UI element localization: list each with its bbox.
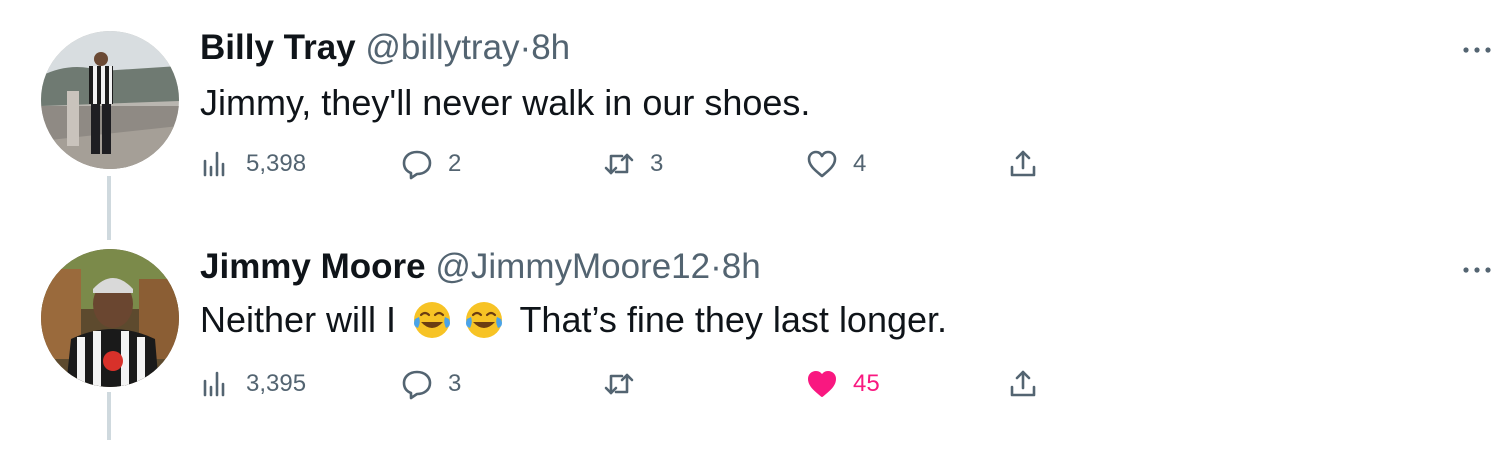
- views-button[interactable]: 5,398: [198, 144, 306, 184]
- like-count: 45: [853, 370, 880, 397]
- share-button[interactable]: [1006, 364, 1040, 404]
- more-options-button[interactable]: [1462, 262, 1492, 273]
- share-icon: [1010, 150, 1036, 177]
- author-name[interactable]: Billy Tray: [200, 28, 356, 67]
- retweet-count: 3: [650, 150, 664, 177]
- like-button[interactable]: 4: [805, 144, 866, 184]
- tweet-time[interactable]: 8h: [722, 247, 761, 286]
- separator-dot: ·: [519, 28, 532, 67]
- reply-button[interactable]: 3: [400, 364, 461, 404]
- reply-count: 2: [448, 150, 462, 177]
- views-button[interactable]: 3,395: [198, 364, 306, 404]
- tweet-text: Neither will I That’s fine they last lon…: [200, 298, 947, 342]
- views-count: 3,395: [246, 370, 307, 397]
- tears-of-joy-emoji-icon: [466, 302, 503, 338]
- tweet-text-part-1: Neither will I: [200, 299, 397, 340]
- tweet-text: Jimmy, they'll never walk in our shoes.: [200, 82, 811, 123]
- more-icon: [1463, 267, 1491, 273]
- tweet-billy-tray[interactable]: Billy Tray @billytray·8h Jimmy, they'll …: [0, 0, 1496, 240]
- reply-icon: [402, 370, 432, 400]
- tweet-jimmy-moore[interactable]: Jimmy Moore @JimmyMoore12·8h Neither wil…: [0, 220, 1496, 459]
- share-button[interactable]: [1006, 144, 1040, 184]
- like-count: 4: [853, 150, 867, 177]
- views-count: 5,398: [246, 150, 307, 177]
- tears-of-joy-emoji-icon: [414, 302, 451, 338]
- author-handle[interactable]: @JimmyMoore12: [435, 247, 710, 286]
- retweet-button[interactable]: 3: [602, 144, 663, 184]
- tweet-time[interactable]: 8h: [531, 28, 570, 67]
- author-name[interactable]: Jimmy Moore: [200, 247, 426, 286]
- more-options-button[interactable]: [1462, 42, 1492, 53]
- like-button[interactable]: 45: [805, 364, 880, 404]
- tweet-actions: 3,395 3 45: [0, 364, 1100, 404]
- share-icon: [1010, 370, 1036, 397]
- views-icon: [203, 151, 225, 177]
- retweet-button[interactable]: [602, 364, 650, 404]
- like-icon: [807, 150, 837, 178]
- reply-count: 3: [448, 370, 462, 397]
- author-handle[interactable]: @billytray: [365, 28, 519, 67]
- retweet-icon: [604, 373, 634, 395]
- tweet-header: Billy Tray @billytray·8h: [200, 28, 570, 68]
- more-icon: [1463, 47, 1491, 53]
- like-icon: [808, 371, 836, 397]
- tweet-actions: 5,398 2 3 4: [0, 144, 1100, 184]
- separator-dot: ·: [710, 247, 722, 286]
- reply-icon: [402, 150, 432, 180]
- reply-button[interactable]: 2: [400, 144, 461, 184]
- retweet-icon: [604, 153, 634, 175]
- tweet-header: Jimmy Moore @JimmyMoore12·8h: [200, 247, 761, 287]
- tweet-text-part-2: That’s fine they last longer.: [519, 299, 948, 340]
- views-icon: [203, 371, 225, 397]
